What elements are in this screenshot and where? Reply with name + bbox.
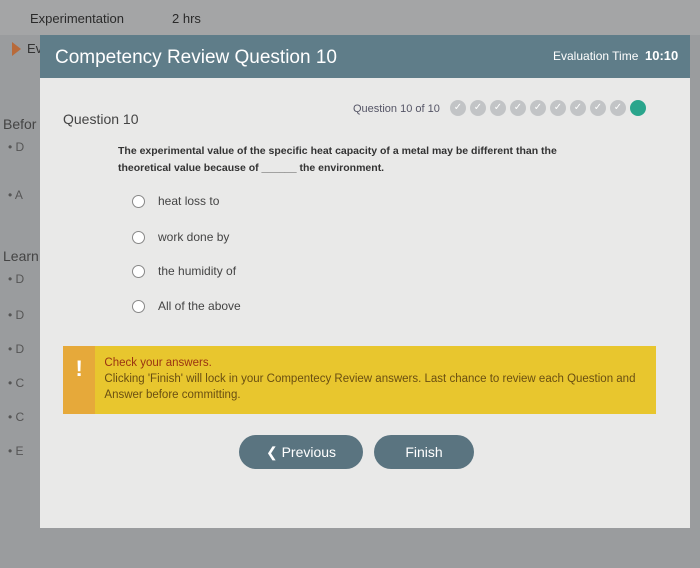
answered-check-icon[interactable]: ✓: [530, 100, 546, 116]
section-before: Befor: [3, 116, 37, 132]
answered-check-icon[interactable]: ✓: [490, 100, 506, 116]
option-label: heat loss to: [158, 194, 220, 208]
option-label: the humidity of: [158, 264, 237, 278]
answered-check-icon[interactable]: ✓: [590, 100, 606, 116]
warning-alert: ! Check your answers. Clicking 'Finish' w…: [63, 346, 656, 414]
question-text: The experimental value of the specific h…: [118, 145, 557, 174]
answered-check-icon[interactable]: ✓: [510, 100, 526, 116]
section-learn: Learn: [3, 248, 39, 264]
bullet: D: [15, 342, 25, 356]
previous-button[interactable]: ❮ Previous: [239, 435, 363, 469]
current-question-dot[interactable]: [630, 100, 646, 116]
chevron-left-icon: ❮: [265, 444, 278, 460]
option-1[interactable]: heat loss to: [132, 194, 219, 208]
duration: 2 hrs: [172, 11, 201, 26]
caret-right-icon: [12, 42, 21, 56]
answered-check-icon[interactable]: ✓: [570, 100, 586, 116]
option-label: All of the above: [158, 299, 241, 313]
question-nav: ✓ ✓ ✓ ✓ ✓ ✓ ✓ ✓ ✓: [450, 100, 646, 116]
bullet: D: [15, 308, 25, 322]
option-2[interactable]: work done by: [132, 230, 229, 244]
finish-button[interactable]: Finish: [374, 435, 474, 469]
bullet: C: [15, 376, 25, 390]
answered-check-icon[interactable]: ✓: [610, 100, 626, 116]
radio-button[interactable]: [132, 230, 145, 244]
radio-button[interactable]: [132, 264, 145, 278]
bullet: C: [15, 410, 25, 424]
alert-title: Check your answers.: [104, 357, 212, 369]
option-label: work done by: [158, 230, 230, 244]
answered-check-icon[interactable]: ✓: [550, 100, 566, 116]
eval-time-label: Evaluation Time: [553, 49, 639, 63]
option-3[interactable]: the humidity of: [132, 264, 236, 278]
review-modal: Competency Review Question 10 Evaluation…: [40, 35, 690, 528]
bullet: E: [15, 444, 24, 458]
radio-button[interactable]: [132, 194, 145, 208]
bullet: D: [15, 272, 25, 286]
alert-body: Clicking 'Finish' will lock in your Comp…: [104, 373, 636, 401]
eval-time-value: 10:10: [645, 48, 679, 63]
answered-check-icon[interactable]: ✓: [470, 100, 486, 116]
bullet: A: [14, 188, 23, 202]
question-progress: Question 10 of 10: [353, 103, 440, 115]
top-bar: Experimentation 2 hrs: [0, 0, 700, 35]
previous-label: Previous: [281, 444, 337, 460]
course-title: Experimentation: [30, 11, 124, 26]
exclamation-icon: !: [63, 346, 96, 414]
radio-button[interactable]: [132, 299, 145, 313]
question-label: Question 10: [63, 111, 139, 127]
answered-check-icon[interactable]: ✓: [450, 100, 466, 116]
modal-header: Competency Review Question 10 Evaluation…: [40, 35, 690, 78]
modal-title: Competency Review Question 10: [55, 47, 337, 68]
option-4[interactable]: All of the above: [132, 299, 241, 313]
bullet: D: [15, 140, 25, 154]
